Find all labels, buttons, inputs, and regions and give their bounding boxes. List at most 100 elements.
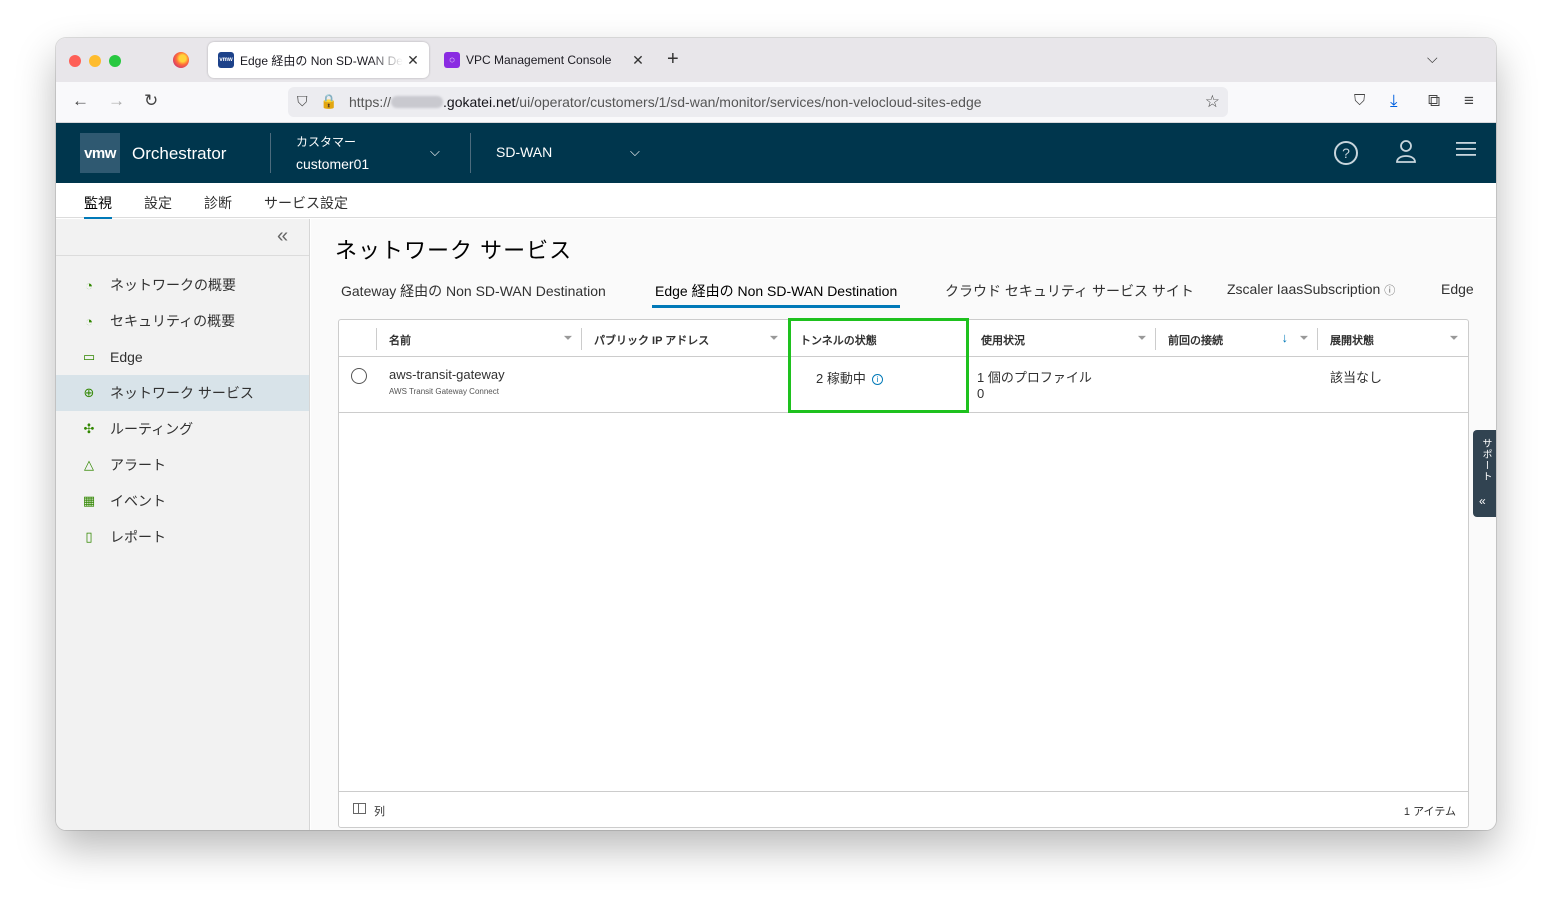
tab-cloud-security-service-sites[interactable]: クラウド セキュリティ サービス サイト [945,281,1194,301]
column-header-last-contact[interactable]: 前回の接続 ↓ ⏷ [1156,320,1318,357]
lock-icon[interactable]: 🔒 [320,93,337,110]
sidebar-item-reports[interactable]: ▯ レポート [56,519,309,555]
filter-icon[interactable]: ⏷ [1300,333,1308,344]
grid-footer: 列 1 アイテム [339,791,1468,827]
column-header-usage[interactable]: 使用状況 ⏷ [969,320,1156,357]
chevron-down-icon[interactable]: ⌵ [630,144,640,160]
browser-menu-icon[interactable]: ≡ [1464,91,1474,111]
chevron-down-icon[interactable]: ⌵ [430,144,440,160]
sidebar-item-label: レポート [110,529,166,545]
vmware-favicon-icon: vmw [218,52,234,68]
tab-strip: vmw Edge 経由の Non SD-WAN Destination ✕ ⬡ … [56,38,1496,82]
filter-icon[interactable]: ⏷ [770,333,778,344]
column-header-label: 使用状況 [981,335,1025,347]
sidebar-item-network-services[interactable]: ⊕ ネットワーク サービス [56,375,309,411]
filter-icon[interactable]: ⏷ [1138,333,1146,344]
extensions-icon[interactable]: ⧉ [1428,91,1440,111]
vpc-favicon-icon: ⬡ [444,52,460,68]
browser-tab-edge-non-sdwan[interactable]: vmw Edge 経由の Non SD-WAN Destination ✕ [208,42,429,78]
column-header-label: 前回の接続 [1168,335,1223,347]
tracking-shield-icon[interactable]: ⛉ [297,93,308,110]
info-icon: ⓘ [1384,285,1396,297]
filter-icon[interactable]: ⏷ [564,333,572,344]
new-tab-button[interactable]: + [667,48,679,71]
page-title: ネットワーク サービス [335,238,573,263]
user-icon[interactable] [1394,139,1418,163]
columns-icon [353,803,366,814]
calendar-icon: ▦ [82,493,96,508]
edge-device-icon: ▭ [82,349,96,364]
sidebar-item-label: ルーティング [110,421,194,437]
reload-icon[interactable]: ↻ [144,91,158,111]
support-label: サポート [1480,438,1491,482]
column-header-name[interactable]: 名前 ⏷ [377,320,582,357]
sidebar-item-security-overview[interactable]: ◔ セキュリティの概要 [56,303,309,339]
cell-usage-profiles[interactable]: 1 個のプロファイル [977,367,1092,386]
app-title: Orchestrator [132,144,227,163]
tab-list-chevron-icon[interactable]: ⌵ [1427,50,1438,67]
hamburger-menu-icon[interactable] [1454,139,1478,163]
tab-gateway-non-sdwan[interactable]: Gateway 経由の Non SD-WAN Destination [341,281,606,301]
column-header-label: パブリック IP アドレス [594,335,710,347]
sidebar-divider [56,255,309,256]
select-column-header [339,320,377,357]
minimize-window-button[interactable] [89,55,101,67]
download-icon[interactable]: ⤓ [1390,91,1398,111]
column-header-deploy-state[interactable]: 展開状態 ⏷ [1318,320,1468,357]
expand-chevron-icon: « [1479,494,1486,508]
sidebar-item-alerts[interactable]: △ アラート [56,447,309,483]
url-text[interactable]: https:// .gokatei.net/ui/operator/custome… [349,94,982,110]
browser-toolbar: ← → ↻ ⛉ 🔒 https:// .gokatei.net/ui/operat… [56,82,1496,123]
sidebar: « ◔ ネットワークの概要 ◔ セキュリティの概要 ▭ Edge ⊕ ネットワー… [56,219,310,830]
tab-title: Edge 経由の Non SD-WAN Destination [240,53,403,68]
sidebar-item-routing[interactable]: ✣ ルーティング [56,411,309,447]
row-select-radio[interactable] [351,368,367,384]
network-services-icon: ⊕ [83,385,95,400]
cell-name[interactable]: aws-transit-gateway [389,367,505,382]
bookmark-star-icon[interactable]: ☆ [1205,92,1220,112]
columns-label: 列 [374,806,385,818]
forward-arrow-icon[interactable]: → [108,91,125,111]
address-bar[interactable]: ⛉ 🔒 https:// .gokatei.net/ui/operator/cus… [288,87,1228,117]
support-panel-tab[interactable]: サポート « [1473,430,1496,517]
subnav-monitor[interactable]: 監視 [84,193,112,220]
header-divider [470,133,471,173]
subnav-service-settings[interactable]: サービス設定 [264,193,348,213]
tab-edge-truncated[interactable]: Edge [1441,281,1473,297]
sidebar-item-label: セキュリティの概要 [110,313,236,329]
gauge-icon: ◔ [85,277,93,293]
product-label: SD-WAN [496,144,553,160]
customer-label: カスタマー [296,135,357,149]
sort-descending-icon[interactable]: ↓ [1282,330,1289,345]
filter-icon[interactable]: ⏷ [1450,333,1458,344]
gauge-icon: ◔ [85,313,93,329]
tab-edge-non-sdwan[interactable]: Edge 経由の Non SD-WAN Destination [652,281,901,308]
sidebar-item-label: アラート [110,457,166,473]
back-arrow-icon[interactable]: ← [72,91,89,111]
tab-zscaler-iaas-subscription[interactable]: Zscaler IaasSubscription ⓘ [1227,281,1395,298]
url-path: /ui/operator/customers/1/sd-wan/monitor/… [515,94,982,110]
alert-icon: △ [84,457,94,472]
help-icon[interactable]: ? [1334,141,1358,165]
sidebar-item-network-overview[interactable]: ◔ ネットワークの概要 [56,267,309,303]
url-scheme: https:// [349,94,392,110]
close-window-button[interactable] [69,55,81,67]
column-header-public-ip[interactable]: パブリック IP アドレス ⏷ [582,320,788,357]
collapse-sidebar-icon[interactable]: « [277,225,288,248]
tab-title: VPC Management Console [466,53,612,67]
sidebar-item-label: ネットワーク サービス [110,385,254,401]
sidebar-item-events[interactable]: ▦ イベント [56,483,309,519]
close-tab-icon[interactable]: ✕ [628,52,648,69]
sidebar-item-edge[interactable]: ▭ Edge [56,339,309,375]
subnav-diagnostics[interactable]: 診断 [204,193,232,213]
sub-navigation: 監視 設定 診断 サービス設定 [56,183,1496,220]
pocket-icon[interactable]: ⛉ [1354,91,1365,111]
column-header-label: 名前 [389,335,411,347]
zoom-window-button[interactable] [109,55,121,67]
redacted-subdomain [391,96,444,108]
browser-tab-vpc-console[interactable]: ⬡ VPC Management Console ✕ [434,42,654,78]
cell-usage-count: 0 [977,386,985,401]
url-domain: .gokatei.net [443,94,516,110]
close-tab-icon[interactable]: ✕ [403,52,423,69]
subnav-configure[interactable]: 設定 [144,193,172,213]
